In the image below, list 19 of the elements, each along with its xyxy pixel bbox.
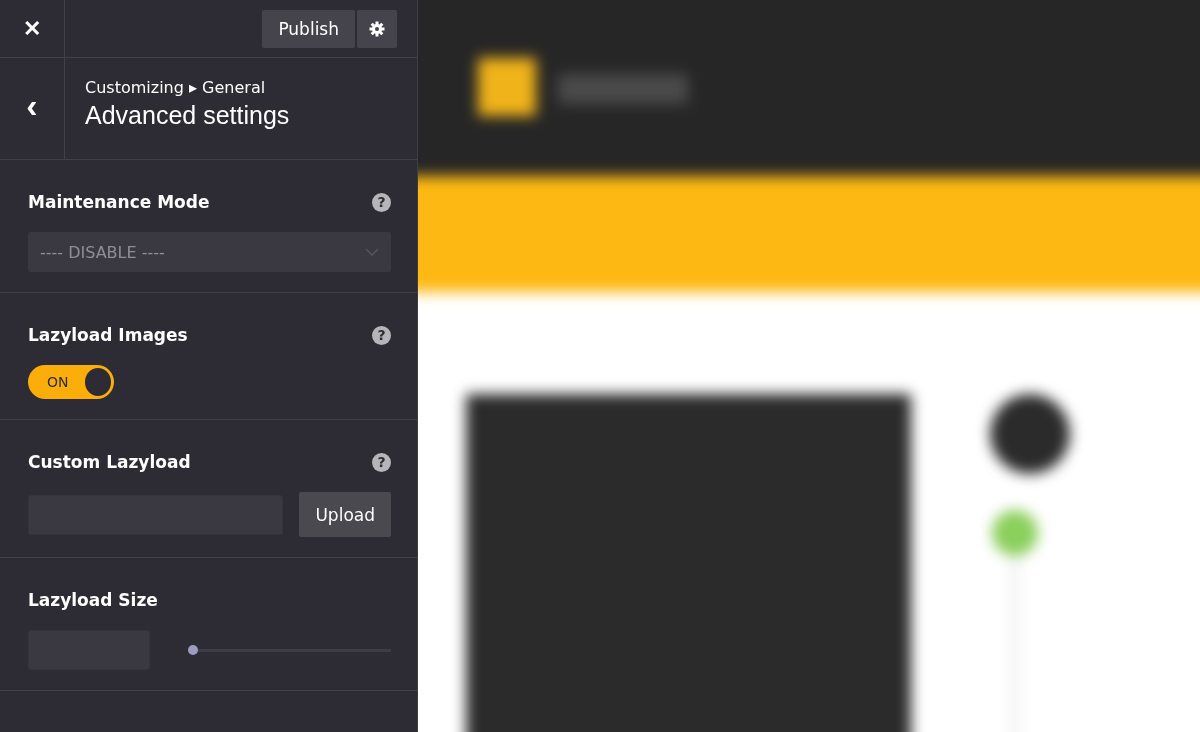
setting-label: Lazyload Size (28, 590, 158, 610)
setting-label: Lazyload Images (28, 325, 188, 345)
close-button[interactable]: ✕ (0, 0, 65, 57)
breadcrumb: Customizing ▸ General (85, 78, 267, 97)
publish-button[interactable]: Publish (262, 10, 355, 48)
back-button[interactable]: ‹ (0, 58, 65, 159)
gear-icon (369, 21, 385, 37)
chevron-down-icon (365, 248, 379, 256)
settings-button[interactable] (357, 10, 397, 48)
slider-thumb[interactable] (188, 645, 198, 655)
toggle-switch[interactable]: ON (28, 365, 114, 399)
help-icon[interactable]: ? (372, 325, 391, 345)
upload-button[interactable]: Upload (299, 492, 391, 537)
section-title: Advanced settings (85, 101, 290, 130)
setting-label: Maintenance Mode (28, 192, 210, 212)
help-icon[interactable]: ? (372, 192, 391, 212)
help-icon[interactable]: ? (372, 452, 391, 472)
setting-label: Custom Lazyload (28, 452, 191, 472)
maintenance-mode-select[interactable]: ---- DISABLE ---- (28, 232, 391, 272)
